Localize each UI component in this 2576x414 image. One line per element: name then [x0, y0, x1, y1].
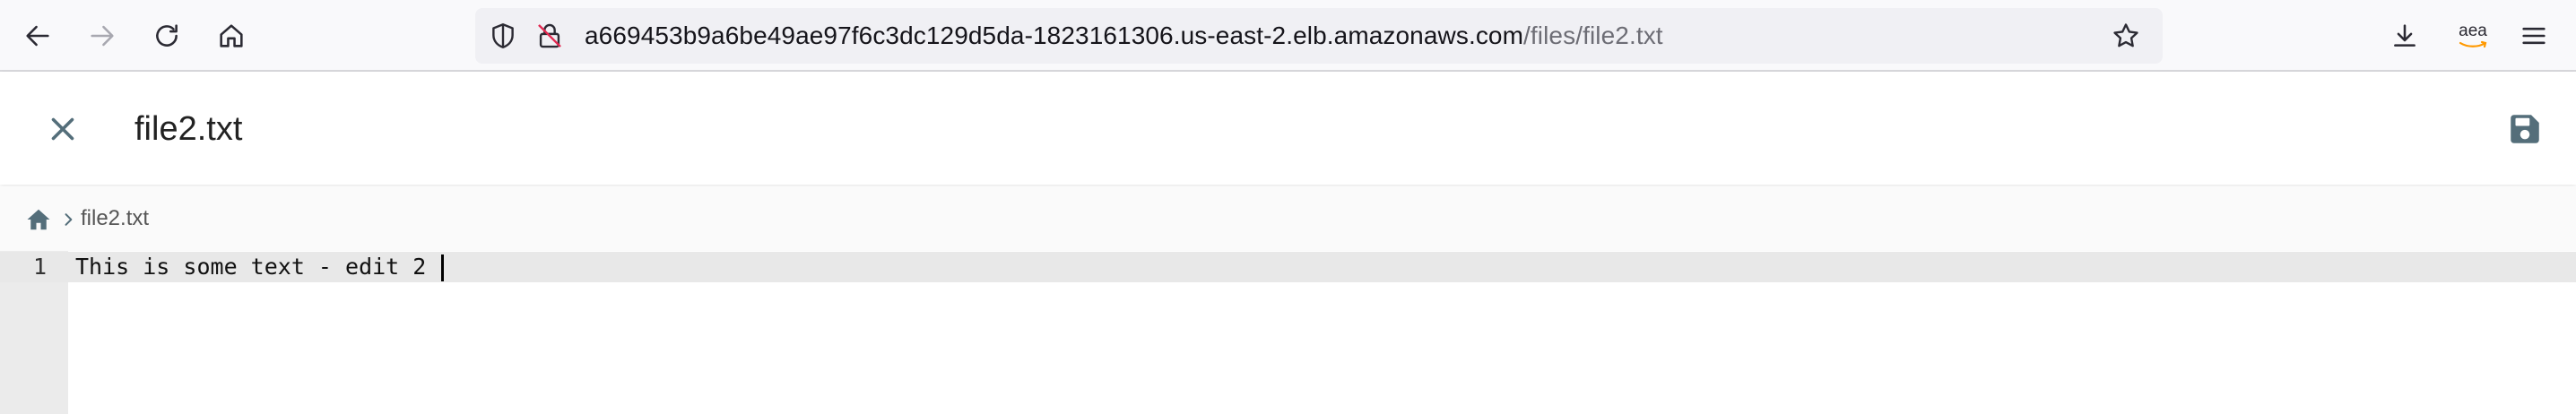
- home-button[interactable]: [210, 14, 253, 57]
- code-line-text[interactable]: This is some text - edit 2: [75, 254, 439, 280]
- amazon-extension-icon: [2459, 40, 2487, 47]
- url-bar[interactable]: a669453b9a6be49ae97f6c3dc129d5da-1823161…: [475, 8, 2163, 64]
- code-line[interactable]: This is some text - edit 2: [75, 252, 445, 282]
- browser-toolbar: a669453b9a6be49ae97f6c3dc129d5da-1823161…: [0, 0, 2576, 72]
- back-button[interactable]: [16, 14, 59, 57]
- editor-header: file2.txt: [0, 72, 2576, 185]
- reload-button[interactable]: [145, 14, 188, 57]
- file-title: file2.txt: [134, 110, 243, 148]
- save-icon: [2511, 115, 2539, 143]
- download-icon: [2394, 24, 2416, 47]
- amazon-extension-button[interactable]: aea: [2451, 14, 2494, 57]
- url-text[interactable]: a669453b9a6be49ae97f6c3dc129d5da-1823161…: [585, 8, 1663, 64]
- menu-icon: [2522, 27, 2546, 45]
- code-editor[interactable]: 1 This is some text - edit 2: [0, 251, 2576, 414]
- chevron-right-icon: [65, 213, 73, 226]
- close-icon: [51, 117, 74, 141]
- home-icon: [220, 24, 243, 47]
- lock-icon[interactable]: [534, 21, 565, 51]
- close-button[interactable]: [41, 108, 84, 151]
- downloads-button[interactable]: [2383, 14, 2426, 57]
- url-host: a669453b9a6be49ae97f6c3dc129d5da-1823161…: [585, 22, 1524, 49]
- reload-icon: [156, 24, 178, 47]
- home-icon[interactable]: [25, 206, 52, 233]
- url-path: /files/file2.txt: [1523, 22, 1663, 49]
- shield-icon[interactable]: [488, 21, 518, 51]
- app-menu-button[interactable]: [2512, 14, 2555, 57]
- breadcrumb: file2.txt: [0, 186, 2576, 251]
- forward-arrow-icon: [91, 25, 114, 47]
- forward-button[interactable]: [81, 14, 124, 57]
- breadcrumb-item-file[interactable]: file2.txt: [81, 186, 149, 251]
- text-cursor: [441, 254, 445, 281]
- save-button[interactable]: [2502, 106, 2548, 152]
- extension-label: aea: [2459, 21, 2487, 40]
- line-number: 1: [32, 254, 47, 280]
- star-icon[interactable]: [2111, 21, 2141, 51]
- back-arrow-icon: [26, 25, 49, 47]
